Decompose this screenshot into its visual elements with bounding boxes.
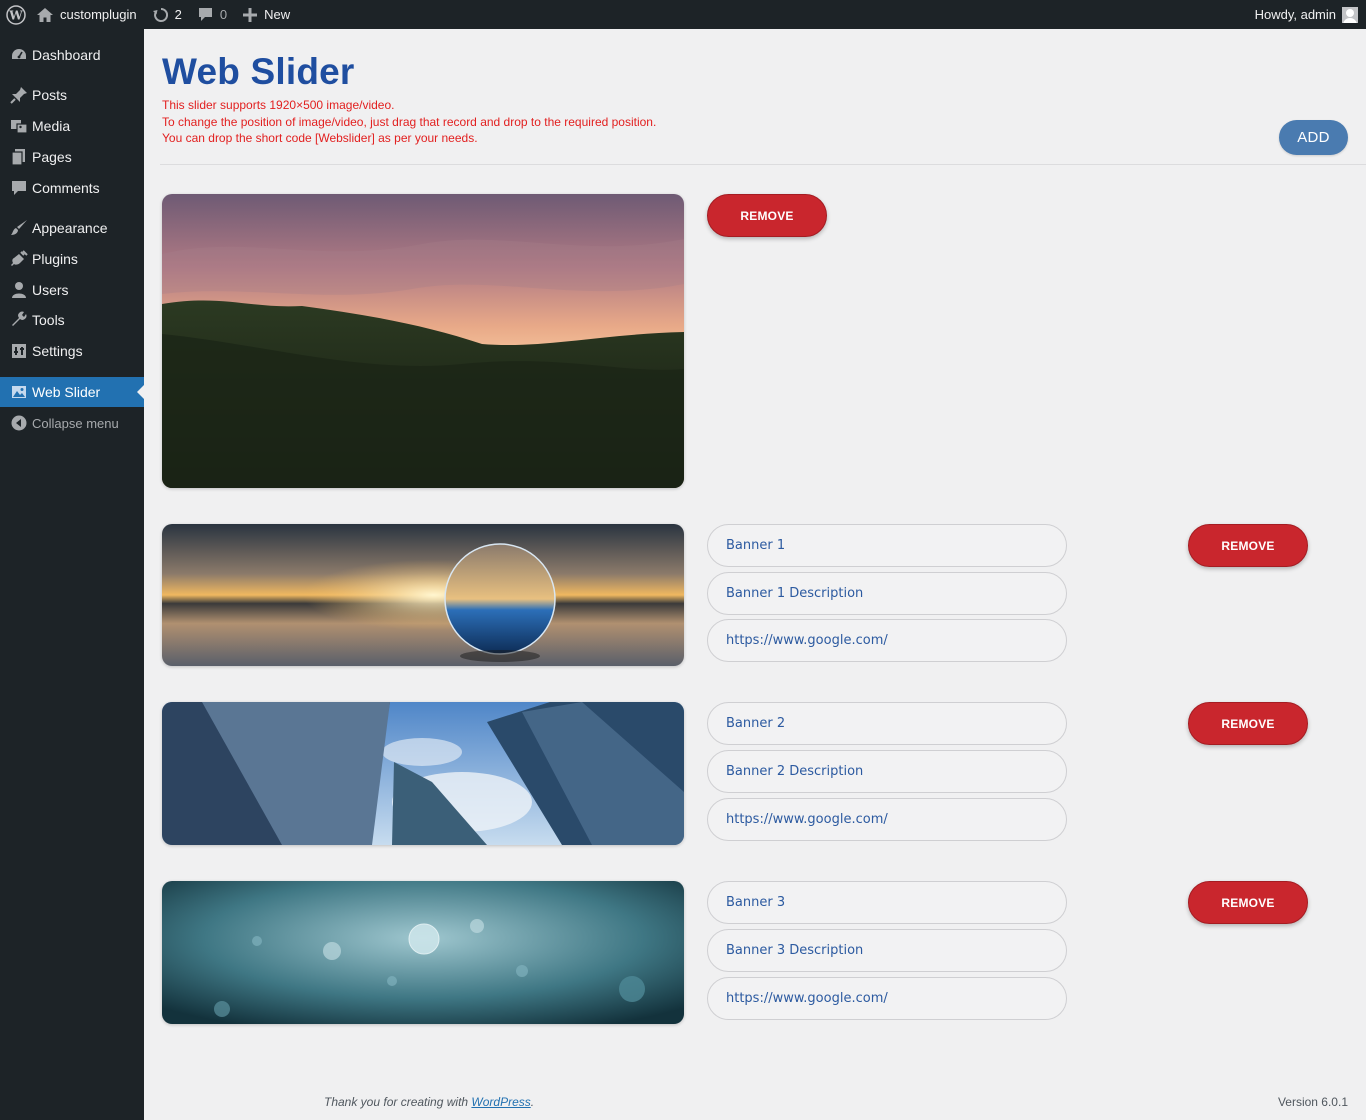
refresh-icon: [152, 7, 168, 22]
site-name-link[interactable]: customplugin: [31, 0, 145, 29]
sidebar-item-label: Plugins: [32, 251, 78, 267]
sidebar-item-label: Comments: [32, 180, 100, 196]
divider: [160, 164, 1366, 165]
sidebar-item-label: Media: [32, 118, 71, 134]
new-label: New: [264, 7, 291, 22]
pages-icon: [0, 148, 36, 166]
slide-image-sunset-forest[interactable]: [162, 194, 684, 488]
description-field[interactable]: Banner 2 Description: [707, 750, 1067, 793]
image-icon: [0, 383, 36, 401]
comment-icon: [198, 8, 212, 21]
add-button[interactable]: ADD: [1279, 120, 1348, 155]
title-field[interactable]: Banner 3: [707, 881, 1067, 924]
collapse-icon: [0, 415, 36, 431]
plugin-icon: [0, 250, 36, 268]
sidebar-item-users[interactable]: Users: [0, 275, 144, 305]
notice-line: You can drop the short code [Webslider] …: [162, 131, 478, 145]
slide-image-water-drops[interactable]: [162, 881, 684, 1024]
user-icon: [0, 281, 36, 299]
updates-count: 2: [174, 7, 182, 22]
my-account[interactable]: Howdy, admin: [1255, 0, 1358, 29]
slide-image-skyscrapers[interactable]: [162, 702, 684, 845]
sidebar-item-appearance[interactable]: Appearance: [0, 213, 144, 243]
sidebar-item-plugins[interactable]: Plugins: [0, 244, 144, 274]
title-field[interactable]: Banner 1: [707, 524, 1067, 567]
remove-button[interactable]: REMOVE: [1188, 881, 1308, 924]
sidebar-item-comments[interactable]: Comments: [0, 173, 144, 203]
slide-image-glass-ball[interactable]: [162, 524, 684, 666]
remove-button[interactable]: REMOVE: [1188, 524, 1308, 567]
sidebar-item-pages[interactable]: Pages: [0, 142, 144, 172]
site-name: customplugin: [60, 7, 137, 22]
main-content: Web Slider This slider supports 1920×500…: [144, 29, 1366, 1120]
footer-version: Version 6.0.1: [1277, 1095, 1348, 1109]
notice-line: This slider supports 1920×500 image/vide…: [162, 98, 395, 112]
page-title: Web Slider: [162, 51, 355, 92]
wrench-icon: [0, 311, 36, 329]
sidebar-item-label: Appearance: [32, 220, 108, 236]
title-field[interactable]: Banner 2: [707, 702, 1067, 745]
sidebar-item-posts[interactable]: Posts: [0, 80, 144, 110]
pin-icon: [0, 86, 36, 104]
sidebar-item-settings[interactable]: Settings: [0, 336, 144, 366]
comments-link[interactable]: 0: [190, 0, 235, 29]
url-field[interactable]: https://www.google.com/: [707, 798, 1067, 841]
sidebar-item-media[interactable]: Media: [0, 111, 144, 141]
svg-text:W: W: [8, 8, 23, 22]
sidebar-item-label: Collapse menu: [32, 415, 119, 431]
brush-icon: [0, 219, 36, 237]
remove-button[interactable]: REMOVE: [1188, 702, 1308, 745]
updates-link[interactable]: 2: [145, 0, 190, 29]
footer-thanks: Thank you for creating with WordPress.: [324, 1095, 535, 1109]
sidebar-item-label: Web Slider: [32, 384, 101, 400]
notice-line: To change the position of image/video, j…: [162, 115, 657, 129]
wordpress-link[interactable]: WordPress: [471, 1095, 530, 1109]
home-icon: [37, 7, 53, 22]
wordpress-logo-icon[interactable]: W: [1, 0, 31, 29]
plus-icon: [243, 7, 258, 22]
greeting: Howdy, admin: [1254, 7, 1336, 22]
sidebar-item-dashboard[interactable]: Dashboard: [0, 40, 144, 70]
remove-button[interactable]: REMOVE: [707, 194, 827, 237]
comments-count: 0: [219, 7, 228, 22]
sidebar-item-label: Posts: [32, 87, 68, 103]
settings-icon: [0, 342, 36, 360]
avatar: [1342, 6, 1358, 23]
url-field[interactable]: https://www.google.com/: [707, 619, 1067, 662]
description-field[interactable]: Banner 3 Description: [707, 929, 1067, 972]
media-icon: [0, 117, 36, 135]
description-field[interactable]: Banner 1 Description: [707, 572, 1067, 615]
comment-icon: [0, 179, 36, 197]
admin-menu: Dashboard Posts Media Pages Comments App…: [0, 29, 144, 1120]
new-content-link[interactable]: New: [235, 0, 298, 29]
sidebar-item-tools[interactable]: Tools: [0, 305, 144, 335]
admin-bar: W customplugin 2 0 New Howdy, admin: [0, 0, 1366, 29]
dashboard-icon: [0, 46, 36, 64]
sidebar-item-label: Pages: [32, 149, 72, 165]
sidebar-item-label: Tools: [32, 312, 65, 328]
collapse-menu-button[interactable]: Collapse menu: [0, 408, 144, 438]
url-field[interactable]: https://www.google.com/: [707, 977, 1067, 1020]
sidebar-item-label: Settings: [32, 343, 83, 359]
sidebar-item-web-slider[interactable]: Web Slider: [0, 377, 144, 407]
sidebar-item-label: Dashboard: [32, 47, 101, 63]
sidebar-item-label: Users: [32, 282, 69, 298]
